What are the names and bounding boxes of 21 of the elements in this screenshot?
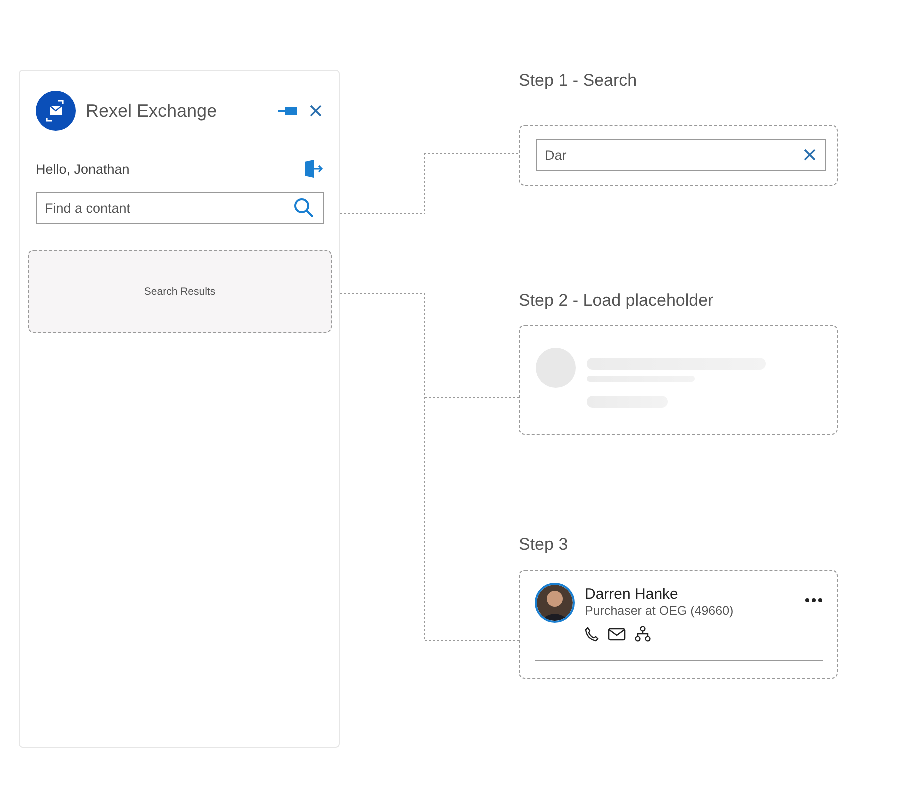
more-icon[interactable] <box>805 598 823 603</box>
results-label: Search Results <box>144 286 216 298</box>
close-icon[interactable] <box>310 105 322 117</box>
search-icon <box>294 198 314 218</box>
phone-icon[interactable] <box>585 626 599 642</box>
app-title: Rexel Exchange <box>86 100 218 122</box>
search-field[interactable]: Dar <box>536 139 826 171</box>
greeting: Hello, Jonathan <box>36 162 130 176</box>
step-title: Step 2 - Load placeholder <box>519 290 715 312</box>
contact-name: Darren Hanke <box>585 586 680 603</box>
clear-icon[interactable] <box>804 149 816 161</box>
step-title: Step 1 - Search <box>519 70 638 92</box>
avatar <box>535 583 575 623</box>
mail-icon[interactable] <box>608 628 626 640</box>
hierarchy-icon[interactable] <box>635 626 651 642</box>
pin-icon[interactable] <box>278 105 298 117</box>
sign-out-icon[interactable] <box>304 160 324 178</box>
step-title: Step 3 <box>519 534 570 556</box>
logo-icon <box>36 91 76 131</box>
search-field[interactable]: Find a contant <box>36 192 324 224</box>
contact-role: Purchaser at OEG (49660) <box>585 604 735 618</box>
